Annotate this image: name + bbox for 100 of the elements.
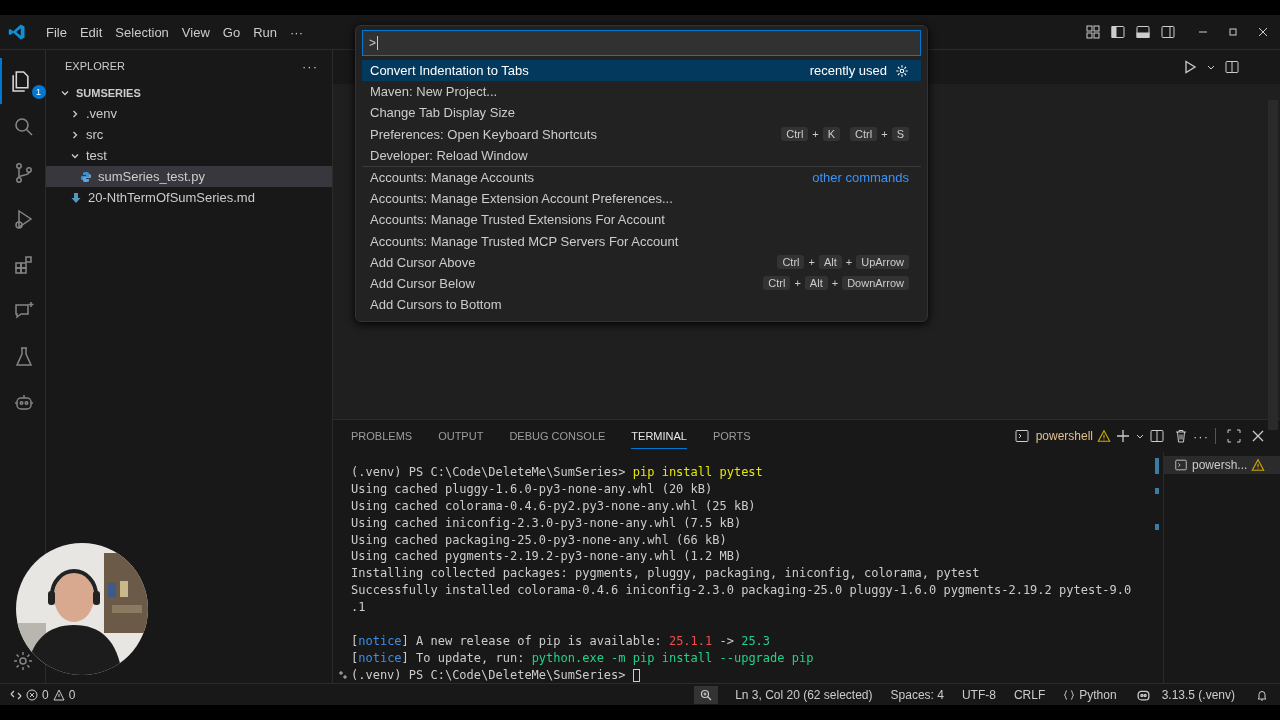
command-item[interactable]: Add Cursors to Bottom	[362, 294, 921, 316]
plus-sign: +	[808, 256, 815, 269]
command-item[interactable]: Accounts: Manage Trusted Extensions For Account	[362, 209, 921, 231]
split-terminal-icon[interactable]	[1149, 428, 1165, 444]
terminal-icon	[1013, 428, 1030, 444]
command-item[interactable]: Add Cursor Below Ctrl + Alt + DownArrow	[362, 272, 921, 295]
braces-icon	[1063, 688, 1076, 701]
command-item[interactable]: Convert Indentation to Tabs recently used	[362, 60, 921, 82]
key-label: Ctrl	[763, 276, 791, 291]
interpreter-label[interactable]: 3.13.5 (.venv)	[1161, 687, 1235, 702]
command-item[interactable]: Preferences: Open Keyboard Shortcuts Ctrl + K Ctrl + S	[362, 123, 921, 145]
split-editor-icon[interactable]	[1224, 59, 1240, 75]
menu-item[interactable]: Go	[216, 21, 247, 43]
key-label: S	[891, 127, 909, 142]
plus-sign: +	[845, 256, 853, 269]
terminal-line: (.venv) PS C:\Code\DeleteMe\SumSeries>	[351, 666, 627, 684]
maximize-icon[interactable]	[1226, 428, 1242, 444]
command-input[interactable]: >	[362, 30, 921, 56]
panel-tab[interactable]: PORTS	[712, 423, 751, 449]
chevron-right-icon	[70, 108, 80, 119]
command-item[interactable]: Accounts: Manage Trusted MCP Servers For Account	[362, 230, 921, 252]
error-count[interactable]: 0	[42, 687, 49, 702]
status-item[interactable]: CRLF	[1013, 687, 1046, 702]
plus-sign: +	[831, 277, 839, 290]
status-item[interactable]: Ln 3, Col 20 (62 selected)	[735, 687, 873, 702]
command-item[interactable]: Maven: New Project...	[362, 81, 921, 103]
menu-item[interactable]: Edit	[73, 21, 109, 43]
key-label: Alt	[818, 255, 842, 270]
warning-icon	[52, 688, 65, 701]
zoom-icon[interactable]	[700, 688, 713, 701]
close-icon[interactable]	[1250, 428, 1266, 444]
chevron-right-icon	[70, 129, 80, 140]
folder-name[interactable]: src	[86, 127, 104, 142]
key-label: Alt	[804, 276, 828, 291]
terminal-line: Installing collected packages: pygments, pluggy, packaging, iniconfig, colorama, pytest	[351, 565, 980, 583]
scroll-marker	[1155, 524, 1159, 530]
panel-toggle-icon[interactable]	[1135, 24, 1151, 40]
command-item[interactable]: Developer: Reload Window	[362, 144, 921, 166]
command-item[interactable]: Accounts: Manage Extension Account Preferences...	[362, 188, 921, 210]
python-file-icon	[80, 170, 92, 183]
command-item[interactable]: Add Cursor Above Ctrl + Alt + UpArrow	[362, 251, 921, 273]
group-label: other commands	[812, 170, 909, 186]
more-actions-button[interactable]: ···	[302, 58, 318, 74]
bell-icon[interactable]	[1256, 688, 1268, 701]
close-icon[interactable]	[1258, 27, 1268, 37]
language-label[interactable]: Python	[1079, 687, 1117, 702]
terminal-line: .1	[351, 599, 366, 617]
files-icon[interactable]	[12, 70, 29, 92]
panel-tab[interactable]: OUTPUT	[438, 423, 484, 449]
panel-tab[interactable]: TERMINAL	[631, 423, 687, 449]
terminal-line: Using cached packaging-25.0-py3-none-any.whl (66 kB)	[351, 531, 727, 549]
command-item[interactable]: Accounts: Manage Accounts other commands	[362, 165, 921, 189]
key-label: Ctrl	[777, 255, 805, 270]
scroll-marker	[1155, 488, 1159, 494]
status-item[interactable]: UTF-8	[961, 687, 996, 702]
settings-icon[interactable]	[895, 63, 909, 78]
key-label: Ctrl	[850, 127, 878, 142]
folder-name[interactable]: test	[86, 148, 107, 163]
key-label: K	[822, 127, 841, 142]
sidebar-title: EXPLORER	[65, 60, 125, 72]
status-item[interactable]: Spaces: 4	[890, 687, 944, 702]
layout-icon[interactable]	[1085, 24, 1101, 40]
plus-sign: +	[812, 128, 819, 141]
plus-sign: +	[794, 277, 801, 290]
warning-count[interactable]: 0	[68, 687, 76, 702]
plus-icon[interactable]	[1115, 428, 1131, 444]
folder-name[interactable]: SUMSERIES	[76, 86, 141, 99]
sidebar-toggle-icon[interactable]	[1110, 24, 1126, 40]
menu-item[interactable]: File	[40, 21, 73, 43]
panel-tab[interactable]: DEBUG CONSOLE	[509, 423, 606, 449]
app-logo-icon	[8, 23, 26, 41]
menu-item[interactable]: Selection	[109, 21, 175, 43]
restore-icon[interactable]	[1228, 27, 1238, 37]
hint-label: recently used	[809, 63, 887, 79]
more-actions-button[interactable]: ···	[1193, 428, 1209, 444]
terminal-line: [notice] A new release of pip is available: 25.1.1 -> 25.3	[351, 632, 771, 650]
trash-icon[interactable]	[1173, 428, 1189, 444]
key-label: UpArrow	[856, 255, 909, 270]
sparkle-icon[interactable]	[337, 669, 349, 682]
folder-name[interactable]: .venv	[86, 106, 118, 121]
zoom-button[interactable]	[694, 685, 719, 704]
terminal-line: (.venv) PS C:\Code\DeleteMe\SumSeries> pip install pytest	[351, 464, 763, 481]
warning-icon	[1097, 429, 1111, 443]
terminal-name[interactable]: powershell	[1035, 429, 1093, 443]
secondary-sidebar-icon[interactable]	[1160, 24, 1176, 40]
terminal-line: [notice] To update, run: python.exe -m pip install --upgrade pip	[351, 649, 814, 667]
menu-item[interactable]: Run	[247, 21, 283, 43]
key-label: Ctrl	[781, 127, 809, 142]
key-label: DownArrow	[842, 276, 909, 291]
warning-icon	[1251, 458, 1266, 472]
menu-item[interactable]: View	[175, 21, 216, 43]
file-name[interactable]: 20-NthTermOfSumSeries.md	[88, 190, 255, 205]
terminal-icon	[1174, 458, 1188, 472]
remote-icon[interactable]	[10, 688, 22, 701]
plus-sign: +	[881, 128, 888, 141]
run-icon[interactable]	[1182, 59, 1198, 75]
terminal-line: Using cached pluggy-1.6.0-py3-none-any.whl (20 kB)	[351, 480, 713, 498]
command-item[interactable]: Change Tab Display Size	[362, 102, 921, 124]
panel-tab[interactable]: PROBLEMS	[351, 423, 413, 449]
menu-item[interactable]: ···	[284, 21, 309, 43]
